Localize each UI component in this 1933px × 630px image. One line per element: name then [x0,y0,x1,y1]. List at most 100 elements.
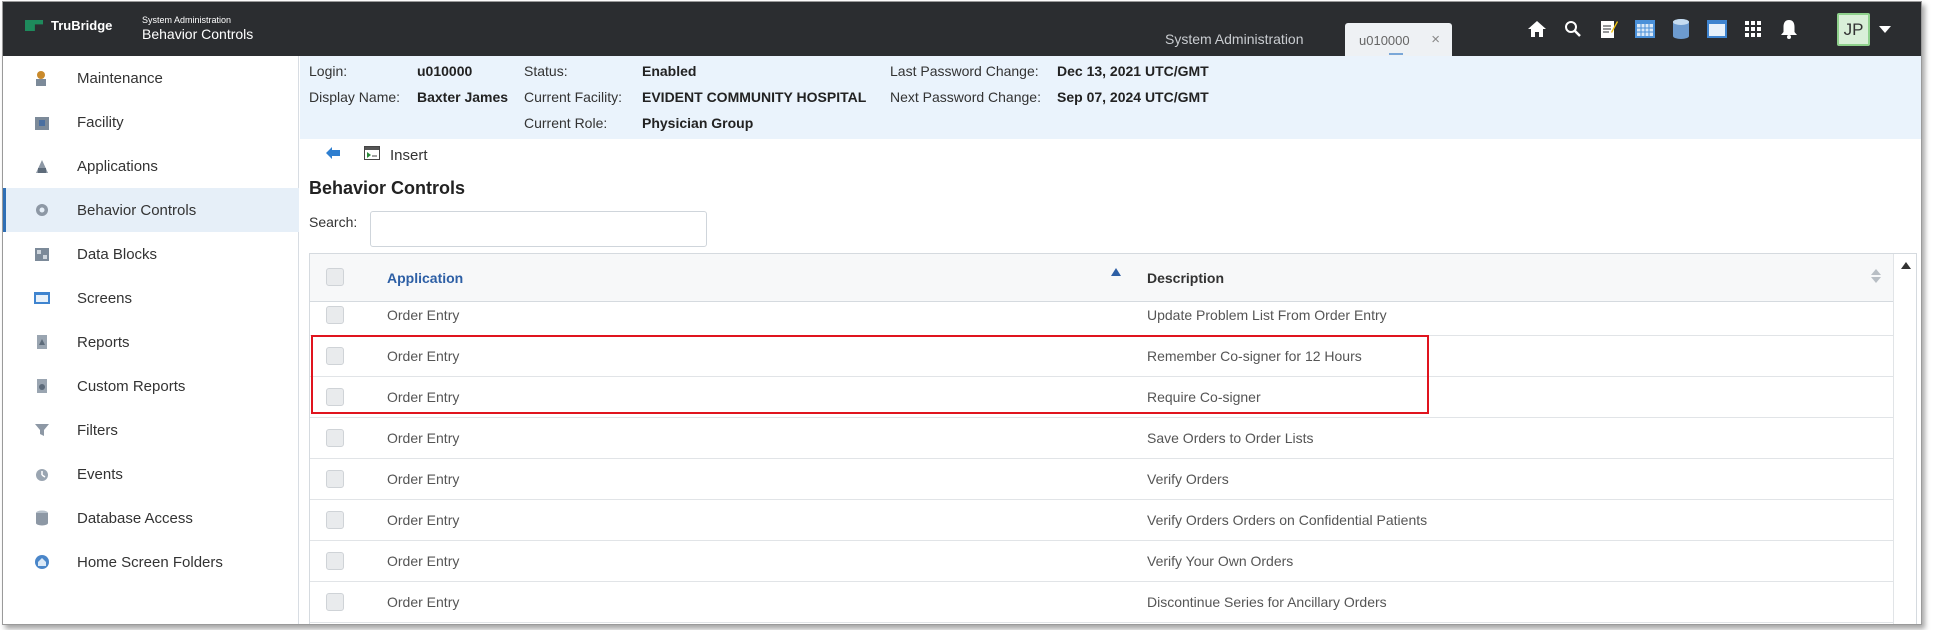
module-name: Behavior Controls [142,26,254,42]
current-facility-value: EVIDENT COMMUNITY HOSPITAL [642,89,867,105]
facility-icon [35,117,49,130]
cell-description: Verify Your Own Orders [1147,553,1294,569]
row-checkbox[interactable] [326,511,344,529]
sidebar-item-applications[interactable]: Applications [3,144,299,188]
brand-name: TruBridge [51,18,113,33]
behavior-controls-icon [36,204,48,216]
sidebar-item-maintenance[interactable]: Maintenance [3,56,299,100]
sort-icon[interactable] [1871,269,1881,283]
bell-icon[interactable] [1775,15,1803,43]
last-password-change-value: Dec 13, 2021 UTC/GMT [1057,63,1209,79]
brand-logo[interactable]: TruBridge [25,18,112,33]
sidebar-item-facility[interactable]: Facility [3,100,299,144]
next-password-change-value: Sep 07, 2024 UTC/GMT [1057,89,1209,105]
table-row[interactable]: Order Entry Verify Orders Orders on Conf… [310,500,1893,541]
brand-mark-icon [25,20,43,31]
close-icon[interactable]: × [1431,31,1440,48]
row-checkbox[interactable] [326,552,344,570]
sidebar-item-data-blocks[interactable]: Data Blocks [3,232,299,276]
sidebar-item-label: Data Blocks [77,245,158,263]
sidebar-item-label: Behavior Controls [77,201,197,219]
column-header-application[interactable]: Application [387,270,463,286]
search-label: Search: [309,214,358,230]
table-row[interactable]: Order Entry Save Orders to Order Lists [310,418,1893,459]
cell-application: Order Entry [387,553,460,569]
cell-description: Discontinue Series for Ancillary Orders [1147,594,1387,610]
applications-icon [36,160,48,173]
scroll-up-icon[interactable] [1901,262,1911,269]
cell-description: Verify Orders [1147,471,1229,487]
next-password-change-label: Next Password Change: [890,89,1041,105]
chevron-down-icon[interactable] [1879,26,1891,33]
login-value: u010000 [417,63,473,79]
sidebar-item-label: Custom Reports [77,377,186,395]
home-icon[interactable] [1523,15,1551,43]
sidebar-item-events[interactable]: Events [3,452,299,496]
cell-application: Order Entry [387,430,460,446]
cell-application: Order Entry [387,471,460,487]
vertical-scrollbar[interactable] [1893,254,1916,624]
sidebar-item-home-screen-folders[interactable]: Home Screen Folders [3,540,299,584]
sidebar-item-label: Maintenance [77,69,163,87]
avatar[interactable]: JP [1837,13,1870,46]
app-window: TruBridge System Administration Behavior… [2,1,1922,625]
cell-description: Remember Co-signer for 12 Hours [1147,348,1362,364]
reports-icon [37,335,47,349]
sidebar-item-reports[interactable]: Reports [3,320,299,364]
table-row[interactable]: Order Entry Verify Orders [310,459,1893,500]
sort-ascending-icon[interactable] [1111,268,1121,276]
screens-icon [34,292,50,304]
tab-indicator [1389,53,1403,55]
row-checkbox[interactable] [326,347,344,365]
module-subtitle: System Administration [142,15,232,25]
row-checkbox[interactable] [326,306,344,324]
sidebar-item-label: Home Screen Folders [77,553,223,571]
status-value: Enabled [642,63,697,79]
apps-grid-icon[interactable] [1739,15,1767,43]
notes-icon[interactable] [1595,15,1623,43]
sidebar-item-behavior-controls[interactable]: Behavior Controls [3,188,299,232]
sidebar-item-custom-reports[interactable]: Custom Reports [3,364,299,408]
cell-application: Order Entry [387,512,460,528]
events-icon [36,469,48,481]
calendar-icon[interactable] [1631,15,1659,43]
sidebar-item-filters[interactable]: Filters [3,408,299,452]
row-checkbox[interactable] [326,470,344,488]
sidebar: Maintenance Facility Applications Behavi… [3,56,299,624]
custom-reports-icon [37,379,47,393]
row-checkbox[interactable] [326,429,344,447]
sidebar-item-label: Filters [77,421,118,439]
insert-button[interactable]: Insert [390,147,428,164]
row-checkbox[interactable] [326,593,344,611]
sidebar-item-label: Events [77,465,123,483]
search-input[interactable] [370,211,707,247]
search-icon[interactable] [1559,15,1587,43]
table-row[interactable]: Order Entry Discontinue Series for Ancil… [310,582,1893,623]
table-row[interactable]: Order Entry Update Problem List From Ord… [310,295,1893,336]
table-row[interactable]: Order Entry Require Co-signer [310,377,1893,418]
row-checkbox[interactable] [326,388,344,406]
login-label: Login: [309,63,348,79]
display-name-label: Display Name: [309,89,401,105]
sidebar-item-database-access[interactable]: Database Access [3,496,299,540]
database-icon[interactable] [1667,15,1695,43]
table-row[interactable]: Order Entry Verify Your Own Orders [310,541,1893,582]
cell-application: Order Entry [387,307,460,323]
top-bar: TruBridge System Administration Behavior… [3,2,1921,56]
tab-user[interactable]: u010000 × [1345,23,1452,56]
sidebar-item-screens[interactable]: Screens [3,276,299,320]
sidebar-item-label: Applications [77,157,158,175]
cell-description: Verify Orders Orders on Confidential Pat… [1147,512,1428,528]
cell-application: Order Entry [387,348,460,364]
table-row[interactable]: Order Entry Remember Co-signer for 12 Ho… [310,336,1893,377]
column-header-description[interactable]: Description [1147,270,1224,286]
sidebar-item-label: Facility [77,113,124,131]
page-title: Behavior Controls [309,178,466,198]
breadcrumb[interactable]: System Administration [1165,31,1304,47]
insert-icon[interactable] [364,146,380,160]
select-all-checkbox[interactable] [326,268,344,286]
sidebar-item-label: Screens [77,289,133,307]
window-icon[interactable] [1703,15,1731,43]
back-arrow-icon[interactable] [326,147,340,159]
cell-description: Save Orders to Order Lists [1147,430,1314,446]
